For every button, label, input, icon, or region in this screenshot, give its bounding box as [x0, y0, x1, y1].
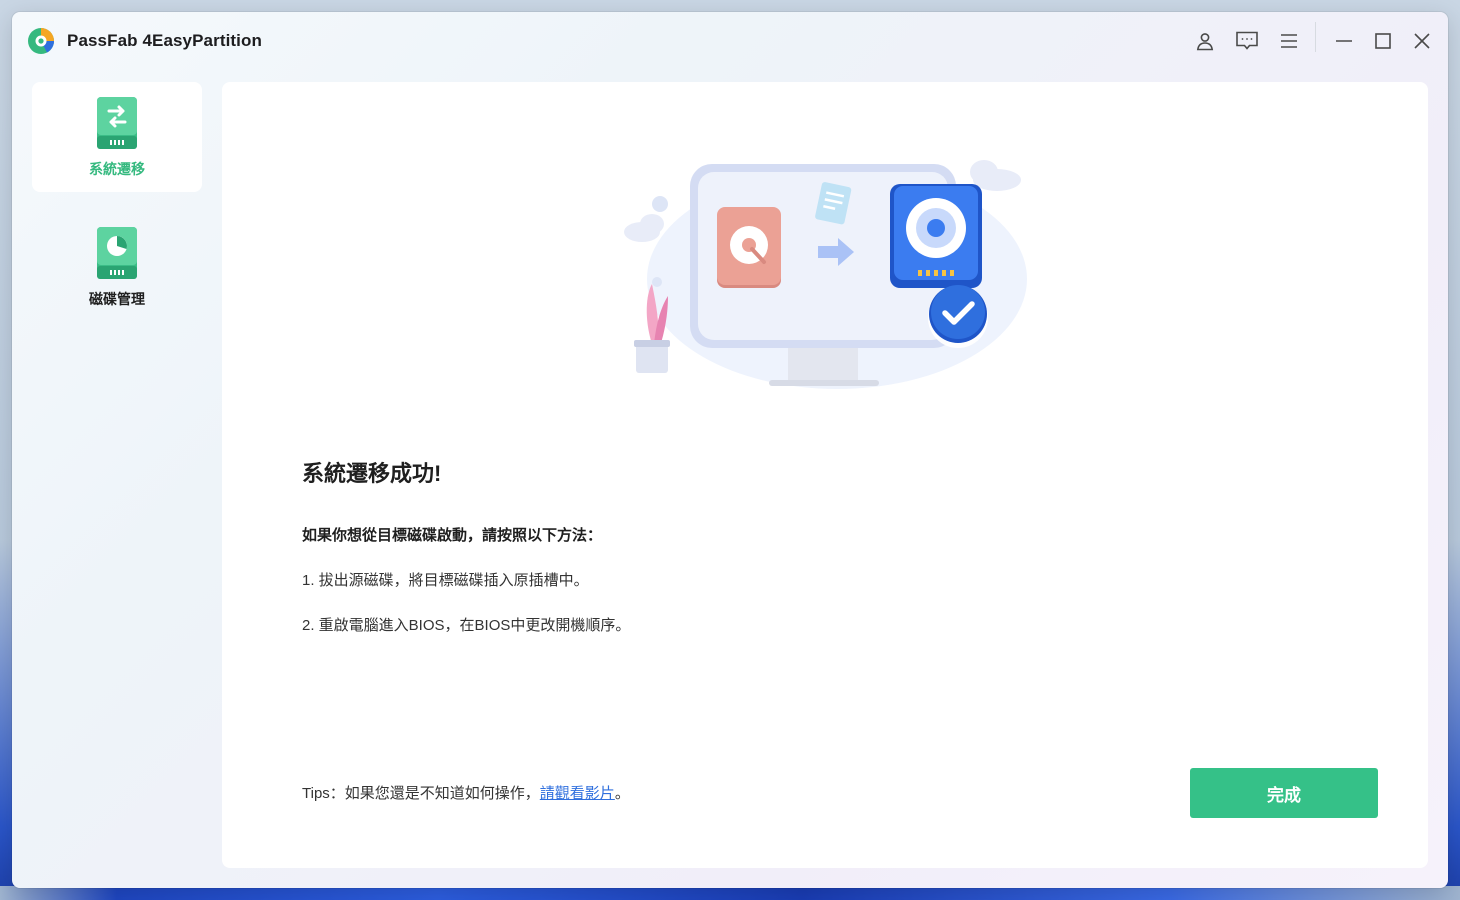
target-disk-icon — [890, 184, 982, 288]
tips-prefix: Tips：如果您還是不知道如何操作， — [302, 785, 540, 802]
desktop-wallpaper — [0, 886, 1460, 900]
main-content-panel: 系統遷移成功! 如果你想從目標磁碟啟動，請按照以下方法： 1. 拔出源磁碟，將目… — [222, 82, 1428, 868]
maximize-icon — [1375, 33, 1391, 49]
feedback-icon — [1236, 31, 1258, 50]
sidebar: 系統遷移 磁碟管理 — [32, 82, 202, 322]
tips-suffix: 。 — [614, 785, 630, 802]
system-migration-icon — [97, 97, 137, 149]
sidebar-item-system-migration[interactable]: 系統遷移 — [32, 82, 202, 192]
close-icon — [1414, 33, 1430, 49]
instruction-heading: 如果你想從目標磁碟啟動，請按照以下方法： — [302, 527, 603, 544]
close-button[interactable] — [1407, 26, 1437, 56]
sidebar-item-label: 系統遷移 — [89, 161, 145, 177]
feedback-button[interactable] — [1232, 26, 1262, 56]
sidebar-item-disk-management[interactable]: 磁碟管理 — [32, 212, 202, 322]
instruction-step: 1. 拔出源磁碟，將目標磁碟插入原插槽中。 — [302, 572, 589, 589]
success-check-icon — [928, 285, 988, 348]
migration-success-illustration — [624, 160, 1027, 389]
minimize-icon — [1336, 40, 1352, 42]
app-window: PassFab 4EasyPartition 系統遷移 磁碟管理 系統遷移成功!… — [12, 12, 1448, 888]
titlebar-divider — [1315, 22, 1316, 52]
sidebar-item-label: 磁碟管理 — [89, 291, 145, 307]
tips-text: Tips：如果您還是不知道如何操作，請觀看影片。 — [302, 782, 630, 803]
menu-icon — [1281, 34, 1297, 48]
maximize-button[interactable] — [1368, 26, 1398, 56]
watch-video-link[interactable]: 請觀看影片 — [540, 785, 615, 802]
app-logo-icon — [28, 28, 54, 54]
success-title: 系統遷移成功! — [302, 461, 442, 486]
disk-management-icon — [97, 227, 137, 279]
minimize-button[interactable] — [1329, 26, 1359, 56]
account-button[interactable] — [1190, 26, 1220, 56]
done-button[interactable]: 完成 — [1190, 768, 1378, 818]
title-bar: PassFab 4EasyPartition — [12, 12, 1448, 70]
instruction-step: 2. 重啟電腦進入BIOS，在BIOS中更改開機順序。 — [302, 617, 631, 634]
app-title: PassFab 4EasyPartition — [67, 31, 262, 50]
menu-button[interactable] — [1274, 26, 1304, 56]
source-disk-icon — [717, 207, 781, 288]
user-icon — [1196, 33, 1214, 51]
